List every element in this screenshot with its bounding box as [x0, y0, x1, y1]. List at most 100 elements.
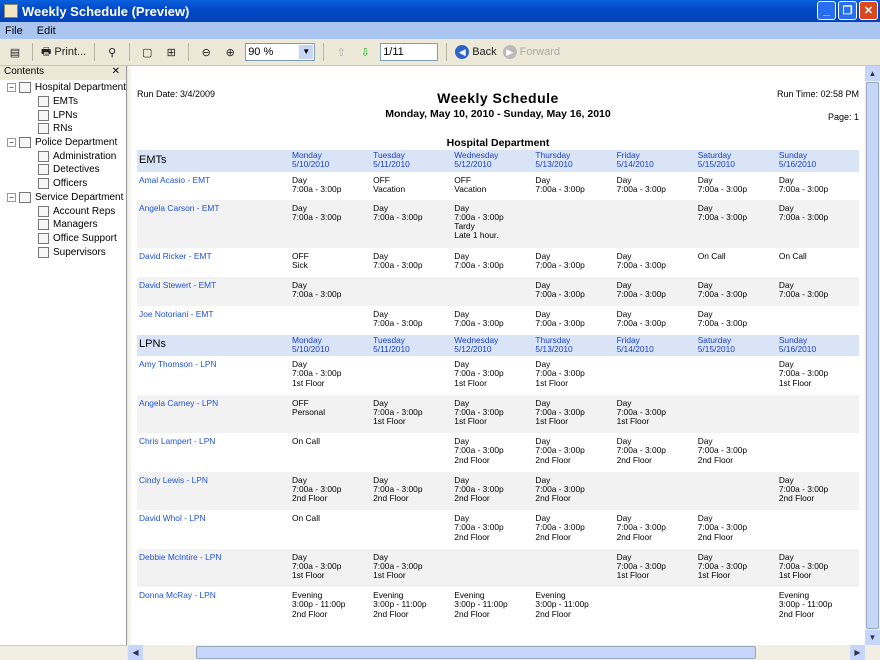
contents-horizontal-scrollbar[interactable] [0, 645, 127, 660]
page-icon [38, 164, 49, 176]
day-header: Sunday 5/16/2010 [777, 334, 859, 357]
scroll-thumb[interactable] [196, 646, 756, 659]
tree-item-page[interactable]: Office Support [0, 232, 126, 246]
vertical-scrollbar[interactable]: ▲ ▼ [865, 66, 880, 645]
previous-page-button[interactable]: ⇧ [332, 42, 350, 62]
arrow-up-icon: ⇧ [336, 46, 346, 59]
tree-item-page[interactable]: Supervisors [0, 245, 126, 259]
tree-item-department[interactable]: − Police Department [0, 136, 126, 150]
day-header: Monday 5/10/2010 [291, 334, 373, 357]
employee-name-link[interactable]: Debbie McIntire - LPN [137, 548, 291, 588]
menu-edit[interactable]: Edit [37, 25, 56, 37]
shift-cell [615, 471, 697, 511]
tree-item-page[interactable]: EMTs [0, 95, 126, 109]
employee-name-link[interactable]: David Ricker - EMT [137, 248, 291, 277]
find-button[interactable]: ⚲ [103, 42, 121, 62]
shift-cell: Day 7:00a - 3:00p [696, 199, 778, 248]
employee-name-link[interactable]: David Whol - LPN [137, 510, 291, 549]
day-header: Saturday 5/15/2010 [696, 334, 778, 357]
employee-name-link[interactable]: Joe Notoriani - EMT [137, 306, 291, 335]
day-header: Friday 5/14/2010 [615, 334, 697, 357]
collapse-icon[interactable]: − [7, 192, 16, 202]
collapse-icon[interactable]: − [7, 83, 16, 93]
tree-item-page[interactable]: LPNs [0, 108, 126, 122]
group-header-row: LPNs Monday 5/10/2010 Tuesday 5/11/2010 Wedne… [137, 334, 859, 357]
employee-name-link[interactable]: Amal Acasio - EMT [137, 172, 291, 200]
forward-button: ▶ Forward [502, 42, 560, 62]
shift-cell [534, 548, 616, 588]
shift-cell: Day 7:00a - 3:00p 2nd Floor [697, 513, 748, 542]
shift-cell: Day 7:00a - 3:00p [292, 174, 342, 194]
shift-cell: Evening 3:00p - 11:00p 2nd Floor [292, 590, 346, 619]
shift-cell: Day 7:00a - 3:00p 1st Floor [372, 394, 454, 434]
shift-cell: Day 7:00a - 3:00p 2nd Floor [453, 471, 535, 511]
zoom-in-button[interactable]: ⊕ [221, 42, 239, 62]
tree-item-page[interactable]: Detectives [0, 163, 126, 177]
scroll-down-icon[interactable]: ▼ [865, 630, 880, 645]
next-page-button[interactable]: ⇩ [356, 42, 374, 62]
tree-item-department[interactable]: − Service Department [0, 191, 126, 205]
scroll-right-icon[interactable]: ▶ [850, 645, 865, 660]
print-label: Print... [54, 46, 87, 58]
day-date: 5/14/2010 [616, 159, 654, 170]
shift-cell: Day 7:00a - 3:00p Tardy Late 1 hour. [453, 199, 535, 248]
shift-cell: OFF Sick [292, 250, 309, 270]
sidebar-icon: ▤ [9, 46, 21, 59]
zoom-select[interactable]: 90 % ▼ [245, 43, 316, 61]
toggle-contents-button[interactable]: ▤ [6, 42, 24, 62]
scroll-left-icon[interactable]: ◀ [128, 645, 143, 660]
table-row: Chris Lampert - LPN On Call Day 7:00a - 3:… [137, 433, 859, 472]
page-icon [38, 246, 49, 258]
collapse-icon[interactable]: − [7, 138, 16, 148]
table-row: Amy Thomson - LPN Day 7:00a - 3:00p 1st F… [137, 356, 859, 395]
tree-item-page[interactable]: Officers [0, 177, 126, 191]
scroll-up-icon[interactable]: ▲ [865, 66, 880, 81]
employee-name-link[interactable]: Donna McRay - LPN [137, 587, 291, 626]
employee-name-link[interactable]: Chris Lampert - LPN [137, 433, 291, 472]
shift-cell: Evening 3:00p - 11:00p 2nd Floor [373, 590, 427, 619]
tree-item-page[interactable]: Administration [0, 149, 126, 163]
tree-item-page[interactable]: Managers [0, 218, 126, 232]
shift-cell: Day 7:00a - 3:00p [696, 276, 778, 306]
title-bar: Weekly Schedule (Preview) _ ❐ ✕ [0, 0, 880, 22]
shift-cell: OFF Vacation [373, 174, 406, 194]
chevron-down-icon[interactable]: ▼ [299, 45, 314, 59]
zoom-out-button[interactable]: ⊖ [197, 42, 215, 62]
shift-cell: Day 7:00a - 3:00p [778, 174, 829, 194]
shift-cell: Day 7:00a - 3:00p 2nd Floor [534, 471, 616, 511]
close-contents-icon[interactable]: ✕ [112, 66, 120, 80]
tree-item-label: Office Support [53, 232, 117, 244]
arrow-down-icon: ⇩ [360, 46, 370, 59]
day-date: 5/11/2010 [373, 159, 410, 170]
maximize-button[interactable]: ❐ [838, 1, 857, 20]
page-number-input[interactable]: 1/11 [380, 43, 439, 61]
scroll-thumb[interactable] [866, 82, 879, 629]
day-header: Wednesday 5/12/2010 [453, 334, 535, 357]
horizontal-scrollbar[interactable]: ◀ ▶ [128, 645, 880, 660]
employee-name-link[interactable]: David Stewert - EMT [137, 276, 291, 306]
table-row: David Ricker - EMT OFF Sick Day 7:00a - 3:… [137, 248, 859, 277]
employee-name-link[interactable]: Angela Carson - EMT [137, 199, 291, 248]
close-button[interactable]: ✕ [859, 1, 878, 20]
tree-item-label: Supervisors [53, 246, 106, 258]
tree-item-page[interactable]: Account Reps [0, 204, 126, 218]
shift-cell: Day 7:00a - 3:00p [616, 308, 666, 328]
group-header-row: EMTs Monday 5/10/2010 Tuesday 5/11/2010 Wedne… [137, 150, 859, 172]
schedule-table: EMTs Monday 5/10/2010 Tuesday 5/11/2010 Wedne… [137, 150, 859, 626]
tree-item-page[interactable]: RNs [0, 122, 126, 136]
back-button[interactable]: ◀ Back [455, 42, 497, 62]
minimize-button[interactable]: _ [817, 1, 836, 20]
single-page-button[interactable]: ▢ [138, 42, 156, 62]
employee-name-link[interactable]: Cindy Lewis - LPN [137, 471, 291, 511]
menu-file[interactable]: File [5, 25, 23, 37]
employee-name-link[interactable]: Amy Thomson - LPN [137, 356, 291, 395]
multi-page-button[interactable]: ⊞ [162, 42, 180, 62]
group-name: EMTs [137, 150, 291, 172]
tree-item-department[interactable]: − Hospital Department [0, 81, 126, 95]
book-icon [18, 82, 31, 94]
employee-name-link[interactable]: Angela Carney - LPN [137, 394, 291, 434]
shift-cell [534, 199, 616, 248]
shift-cell [372, 510, 453, 549]
print-button[interactable]: 🖶 Print... [41, 42, 86, 62]
forward-label: Forward [519, 46, 560, 58]
